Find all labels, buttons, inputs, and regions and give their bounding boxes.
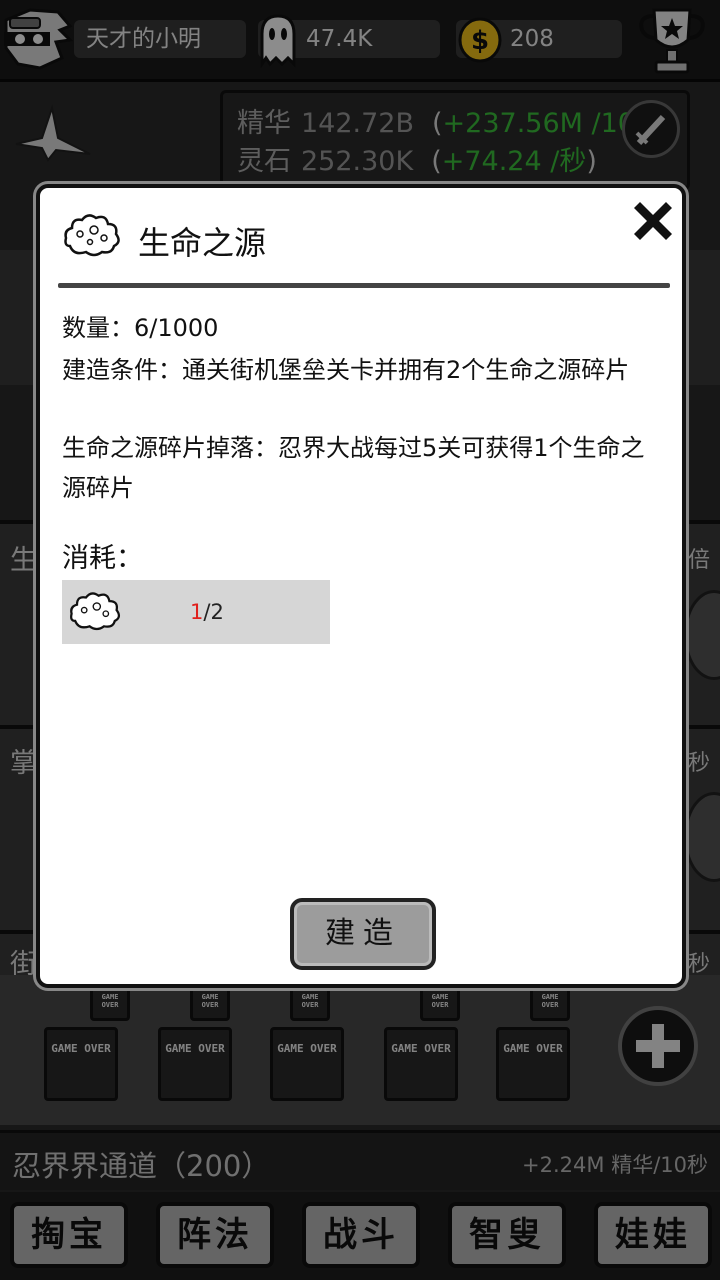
build-condition-text: 建造条件：通关街机堡垒关卡并拥有2个生命之源碎片 — [62, 356, 630, 384]
cost-title: 消耗： — [62, 543, 143, 574]
dialog-divider — [58, 283, 670, 288]
cost-count: 1/2 — [190, 600, 224, 624]
item-detail-dialog: 生命之源 数量：6/1000 建造条件：通关街机堡垒关卡并拥有2个生命之源碎片 … — [36, 184, 686, 988]
life-source-fragment-icon — [70, 592, 121, 631]
life-source-icon — [64, 214, 120, 257]
cost-need: /2 — [203, 600, 224, 624]
cost-item: 1/2 — [62, 580, 330, 644]
fragment-drop-text: 生命之源碎片掉落：忍界大战每过5关可获得1个生命之源碎片 — [62, 434, 645, 502]
dialog-title: 生命之源 — [138, 224, 267, 262]
close-icon[interactable] — [628, 196, 678, 246]
quantity-text: 数量：6/1000 — [62, 314, 219, 342]
game-screen: 天才的小明 47.4K 208 $ 精华 142.72B (+237.56M /10… — [0, 0, 720, 1280]
cost-have: 1 — [190, 600, 204, 624]
build-button[interactable]: 建造 — [290, 898, 436, 970]
